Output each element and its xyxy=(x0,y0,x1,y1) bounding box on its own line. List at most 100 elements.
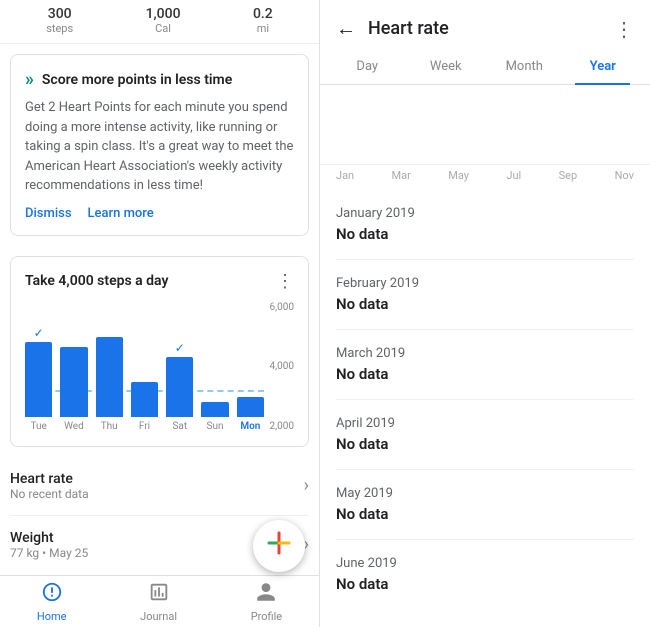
month-label-nov: Nov xyxy=(615,169,634,182)
bar-label-thu: Thu xyxy=(101,421,118,432)
month-entry-3: April 2019No data xyxy=(336,400,634,470)
heart-rate-sub: No recent data xyxy=(10,487,89,501)
right-panel: ← Heart rate ⋮ Day Week Month Year Jan M… xyxy=(320,0,650,627)
month-name-2: March 2019 xyxy=(336,346,634,361)
cal-label: Cal xyxy=(146,22,181,35)
steps-more-icon[interactable]: ⋮ xyxy=(276,271,294,292)
month-labels: Jan Mar May Jul Sep Nov xyxy=(320,165,650,186)
left-panel: 300 steps 1,000 Cal 0.2 mi » Score more … xyxy=(0,0,320,627)
month-entry-2: March 2019 No data xyxy=(336,330,634,400)
mi-value: 0.2 xyxy=(253,6,273,22)
journal-icon xyxy=(148,581,170,608)
bottom-nav: Home Journal Profile xyxy=(0,575,319,627)
month-entry-1: February 2019 No data xyxy=(336,260,634,330)
tab-day[interactable]: Day xyxy=(328,49,407,84)
y-label-6000: 6,000 xyxy=(270,302,294,313)
bar-group-thu: Thu xyxy=(96,337,123,432)
month-name-1: February 2019 xyxy=(336,276,634,291)
mi-label: mi xyxy=(253,22,273,35)
tab-month[interactable]: Month xyxy=(485,49,564,84)
bar-tue: ✓ xyxy=(25,342,52,417)
bar-fri xyxy=(131,382,158,417)
checkmark-tue: ✓ xyxy=(34,326,44,340)
month-label-jan: Jan xyxy=(336,169,354,182)
score-card-body: Get 2 Heart Points for each minute you s… xyxy=(25,98,294,196)
weight-title: Weight xyxy=(10,530,88,546)
bar-sat: ✓ xyxy=(166,357,193,417)
month-entry-5: June 2019 No data xyxy=(336,540,634,609)
more-options-icon[interactable]: ⋮ xyxy=(614,17,634,41)
steps-label: steps xyxy=(46,22,73,35)
nav-home[interactable]: Home xyxy=(37,581,67,623)
right-title: Heart rate xyxy=(368,18,449,39)
month-name-4: May 2019 xyxy=(336,486,634,501)
bar-group-sat: ✓ Sat xyxy=(166,357,193,432)
score-card-title: » Score more points in less time xyxy=(25,69,294,90)
bar-label-tue: Tue xyxy=(30,421,46,432)
steps-stat: 300 steps xyxy=(46,6,73,35)
month-name-3: April 2019 xyxy=(336,416,634,431)
learn-more-button[interactable]: Learn more xyxy=(88,206,154,221)
month-label-mar: Mar xyxy=(392,169,411,182)
bar-group-fri: Fri xyxy=(131,382,158,432)
bar-sun xyxy=(201,402,228,417)
nav-profile-label: Profile xyxy=(251,610,282,623)
month-name-0: January 2019 xyxy=(336,206,634,221)
bar-label-mon: Mon xyxy=(240,421,260,432)
year-chart xyxy=(320,85,650,165)
nav-journal[interactable]: Journal xyxy=(140,581,177,623)
y-label-4000: 4,000 xyxy=(270,361,294,372)
month-label-jul: Jul xyxy=(506,169,521,182)
steps-section: Take 4,000 steps a day ⋮ ✓ Tue Wed Thu Fri ✓ S… xyxy=(10,256,309,447)
bar-thu xyxy=(96,337,123,417)
bar-label-sat: Sat xyxy=(172,421,187,432)
bar-group-wed: Wed xyxy=(60,347,87,432)
heart-rate-chevron: › xyxy=(304,475,309,496)
month-label-may: May xyxy=(448,169,469,182)
bar-group-tue: ✓ Tue xyxy=(25,342,52,432)
right-header: ← Heart rate ⋮ xyxy=(320,0,650,49)
bar-label-wed: Wed xyxy=(64,421,84,432)
month-name-5: June 2019 xyxy=(336,556,634,571)
cal-value: 1,000 xyxy=(146,6,181,22)
fab-button[interactable] xyxy=(253,520,305,572)
mi-stat: 0.2 mi xyxy=(253,6,273,35)
back-button[interactable]: ← xyxy=(336,16,356,41)
steps-value: 300 xyxy=(46,6,73,22)
month-value-1: No data xyxy=(336,295,634,313)
chart-container: ✓ Tue Wed Thu Fri ✓ Sat Sun Mon 6,000 4,000 2,00… xyxy=(25,302,294,432)
month-value-5: No data xyxy=(336,575,634,593)
nav-journal-label: Journal xyxy=(140,610,177,623)
bar-mon xyxy=(237,397,264,417)
month-value-4: No data xyxy=(336,505,634,523)
heart-rate-item[interactable]: Heart rate No recent data › xyxy=(10,457,309,516)
home-icon xyxy=(41,581,63,608)
bar-group-sun: Sun xyxy=(201,402,228,432)
bar-wed xyxy=(60,347,87,417)
bar-label-sun: Sun xyxy=(207,421,224,432)
bars-area: ✓ Tue Wed Thu Fri ✓ Sat Sun Mon xyxy=(25,322,294,432)
tab-week[interactable]: Week xyxy=(407,49,486,84)
month-label-sep: Sep xyxy=(559,169,578,182)
month-entry-0: January 2019No data xyxy=(336,190,634,260)
bar-label-fri: Fri xyxy=(139,421,150,432)
tab-year[interactable]: Year xyxy=(564,49,643,84)
score-card-actions: Dismiss Learn more xyxy=(25,206,294,221)
nav-home-label: Home xyxy=(37,610,67,623)
top-stats: 300 steps 1,000 Cal 0.2 mi xyxy=(0,0,319,44)
cal-stat: 1,000 Cal xyxy=(146,6,181,35)
steps-header: Take 4,000 steps a day ⋮ xyxy=(25,271,294,292)
y-labels: 6,000 4,000 2,000 xyxy=(270,302,294,432)
month-list: January 2019No dataFebruary 2019No dataM… xyxy=(320,190,650,627)
steps-title: Take 4,000 steps a day xyxy=(25,273,168,289)
double-arrow-icon: » xyxy=(25,69,34,90)
fab-plus-icon xyxy=(265,529,293,564)
checkmark-sat: ✓ xyxy=(175,341,185,355)
month-value-2: No data xyxy=(336,365,634,383)
nav-profile[interactable]: Profile xyxy=(251,581,282,623)
score-card: » Score more points in less time Get 2 H… xyxy=(10,54,309,236)
weight-sub: 77 kg • May 25 xyxy=(10,546,88,560)
profile-icon xyxy=(255,581,277,608)
dismiss-button[interactable]: Dismiss xyxy=(25,206,72,221)
tabs: Day Week Month Year xyxy=(320,49,650,85)
